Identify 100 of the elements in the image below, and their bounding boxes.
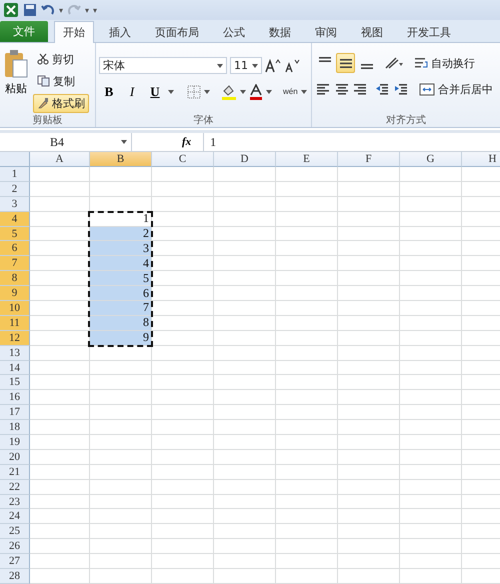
column-header[interactable]: A xyxy=(30,152,90,167)
row-header[interactable]: 9 xyxy=(0,286,30,302)
column-header[interactable]: H xyxy=(462,152,500,167)
table-cell xyxy=(400,301,462,316)
row-header[interactable]: 2 xyxy=(0,182,30,197)
column-header[interactable]: F xyxy=(338,152,400,167)
merge-cells-icon xyxy=(419,82,436,96)
table-cell xyxy=(400,330,462,346)
table-cell xyxy=(276,405,338,420)
table-cell xyxy=(338,316,400,331)
table-cell xyxy=(30,524,90,540)
table-cell xyxy=(400,375,462,390)
row-header[interactable]: 6 xyxy=(0,241,30,256)
table-cell xyxy=(276,539,338,554)
file-tab[interactable]: 文件 xyxy=(0,21,48,42)
copy-icon xyxy=(37,75,50,87)
underline-button[interactable]: U xyxy=(145,82,165,101)
ribbon-tab[interactable]: 视图 xyxy=(352,21,392,43)
bold-button[interactable]: B xyxy=(99,82,119,101)
ribbon-tab[interactable]: 公式 xyxy=(214,21,254,43)
name-box[interactable]: B4 xyxy=(0,133,132,151)
row-header[interactable]: 28 xyxy=(0,569,30,584)
table-cell xyxy=(30,539,90,554)
table-cell xyxy=(338,301,400,316)
row-header[interactable]: 12 xyxy=(0,330,30,346)
format-painter-button[interactable]: 格式刷 xyxy=(33,94,89,112)
table-cell xyxy=(152,375,214,390)
table-cell xyxy=(152,226,214,242)
cut-button[interactable]: 剪切 xyxy=(33,50,78,68)
row-header[interactable]: 22 xyxy=(0,480,30,495)
table-cell xyxy=(214,346,276,361)
row-header[interactable]: 1 xyxy=(0,167,30,182)
row-header[interactable]: 25 xyxy=(0,524,30,540)
table-cell xyxy=(152,569,214,584)
vertical-align-button[interactable] xyxy=(336,53,355,73)
table-cell xyxy=(152,405,214,420)
group-label: 字体 xyxy=(192,114,214,127)
table-cell xyxy=(338,196,400,212)
column-header[interactable]: B xyxy=(90,152,152,167)
column-header[interactable]: E xyxy=(276,152,338,167)
row-header[interactable]: 15 xyxy=(0,375,30,390)
copy-button[interactable]: 复制 xyxy=(33,72,79,90)
column-header[interactable]: D xyxy=(214,152,276,167)
table-cell xyxy=(338,182,400,197)
row-header[interactable]: 24 xyxy=(0,509,30,524)
table-cell xyxy=(276,301,338,316)
insert-function-button[interactable]: fx xyxy=(178,136,196,148)
row-header[interactable]: 19 xyxy=(0,435,30,450)
table-cell: 9 xyxy=(90,330,152,346)
row-header[interactable]: 7 xyxy=(0,256,30,272)
customize-toolbar-caret[interactable]: ▾ xyxy=(93,6,98,14)
ribbon-tab[interactable]: 数据 xyxy=(260,21,300,43)
row-header[interactable]: 5 xyxy=(0,226,30,242)
row-header[interactable]: 4 xyxy=(0,212,30,227)
caret-icon xyxy=(266,90,272,94)
formula-field[interactable]: 1 xyxy=(203,133,216,151)
ribbon-tab[interactable]: 开始 xyxy=(54,21,94,43)
redo-caret[interactable]: ▾ xyxy=(85,6,90,14)
column-header[interactable]: G xyxy=(400,152,462,167)
ribbon-tab[interactable]: 页面布局 xyxy=(146,21,208,43)
paste-button[interactable]: 粘贴 xyxy=(3,47,29,113)
table-cell xyxy=(152,167,214,182)
table-cell xyxy=(30,346,90,361)
table-cell xyxy=(152,539,214,554)
row-header[interactable]: 13 xyxy=(0,346,30,361)
row-header[interactable]: 14 xyxy=(0,360,30,376)
ribbon-tab[interactable]: 审阅 xyxy=(306,21,346,43)
group-label: 剪贴板 xyxy=(32,114,64,127)
table-cell xyxy=(152,450,214,465)
row-header[interactable]: 20 xyxy=(0,450,30,465)
font-name-field[interactable]: 宋体 xyxy=(99,57,227,74)
wrap-text-button[interactable]: 自动换行 xyxy=(410,54,479,72)
italic-button[interactable]: I xyxy=(122,82,142,101)
row-header[interactable]: 16 xyxy=(0,390,30,406)
table-cell xyxy=(152,196,214,212)
row-header[interactable]: 27 xyxy=(0,554,30,570)
row-header[interactable]: 18 xyxy=(0,420,30,436)
phonetic-guide-button[interactable]: wén xyxy=(283,87,298,96)
table-cell xyxy=(152,390,214,406)
grow-font-icon xyxy=(265,58,281,72)
ribbon-tab[interactable]: 开发工具 xyxy=(398,21,460,43)
row-header[interactable]: 21 xyxy=(0,464,30,480)
ribbon-tab[interactable]: 插入 xyxy=(100,21,140,43)
undo-caret[interactable]: ▾ xyxy=(59,6,64,14)
row-header[interactable]: 26 xyxy=(0,539,30,554)
row-header[interactable]: 10 xyxy=(0,301,30,316)
row-header[interactable]: 8 xyxy=(0,271,30,286)
table-cell xyxy=(30,360,90,376)
clipboard-icon xyxy=(3,49,29,79)
font-size-field[interactable]: 11 xyxy=(230,57,262,74)
column-header[interactable]: C xyxy=(152,152,214,167)
table-cell xyxy=(400,435,462,450)
row-header[interactable]: 11 xyxy=(0,316,30,331)
row-header[interactable]: 17 xyxy=(0,405,30,420)
row-header[interactable]: 3 xyxy=(0,196,30,212)
merge-center-button[interactable]: 合并后居中 xyxy=(415,80,498,98)
table-cell xyxy=(400,524,462,540)
table-cell xyxy=(276,360,338,376)
table-cell xyxy=(338,420,400,436)
row-header[interactable]: 23 xyxy=(0,494,30,510)
